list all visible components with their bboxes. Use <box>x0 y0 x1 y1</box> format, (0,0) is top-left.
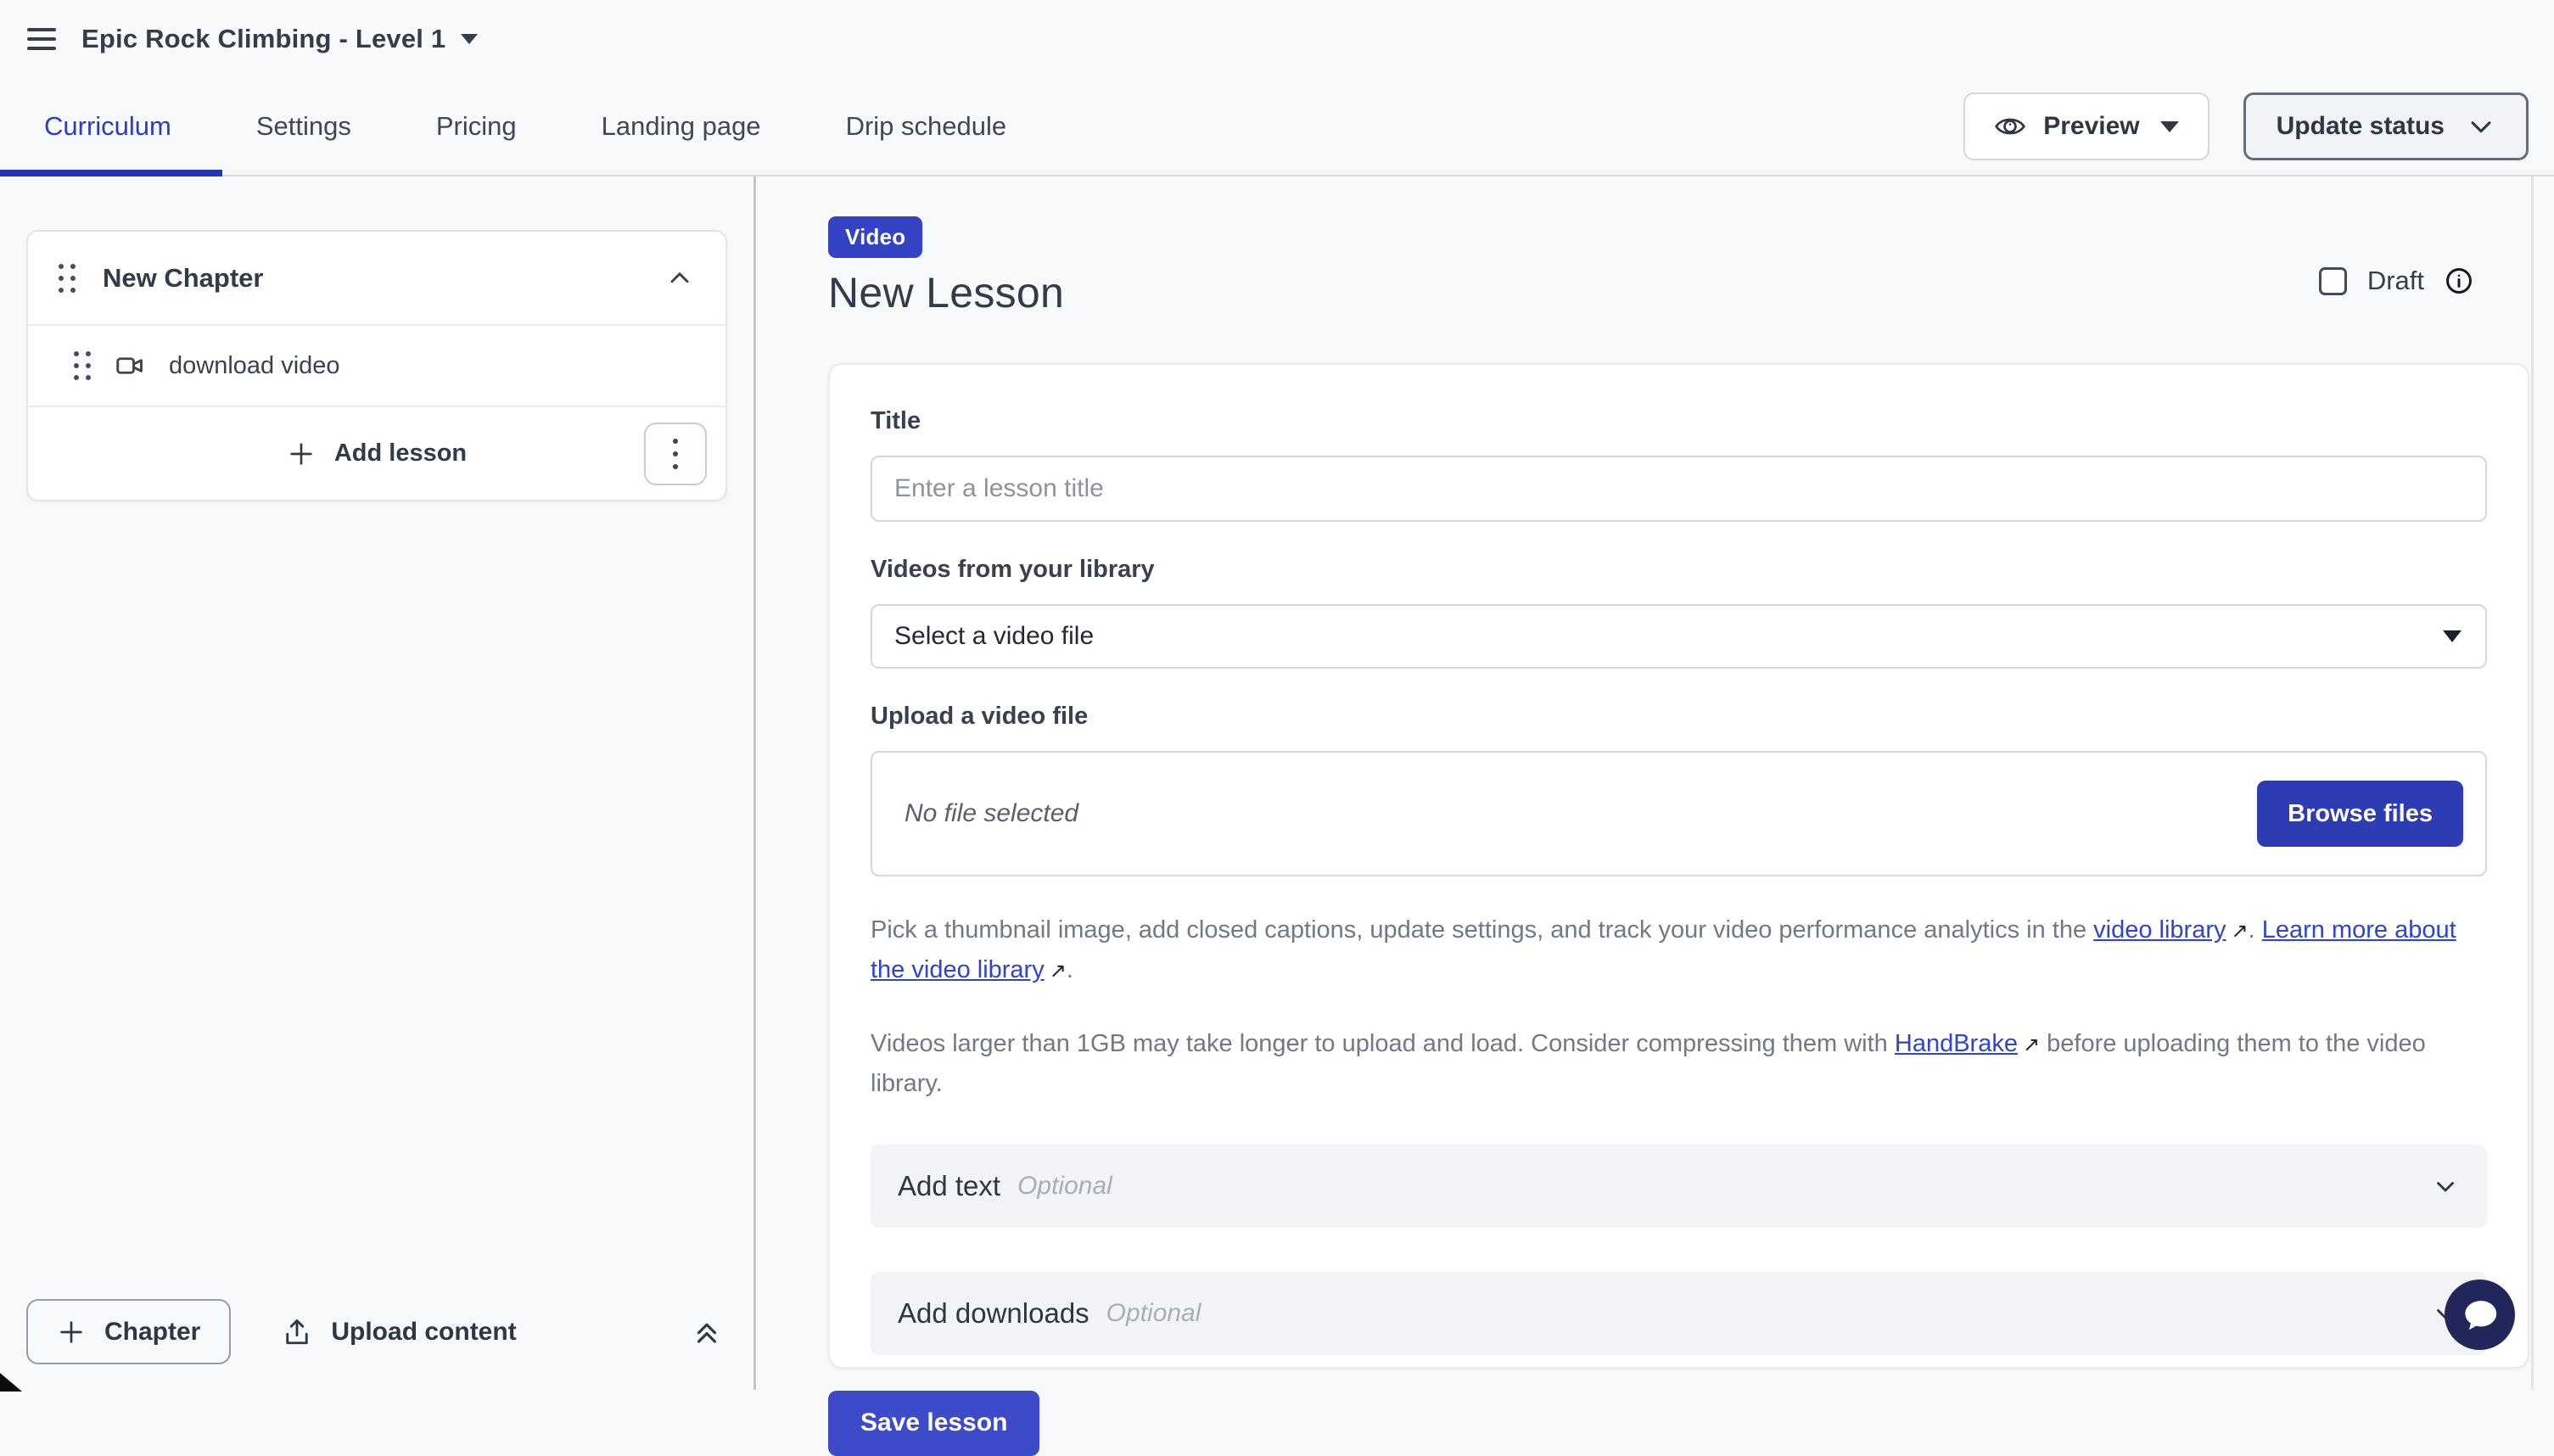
upload-icon <box>282 1317 312 1347</box>
add-downloads-section[interactable]: Add downloads Optional <box>871 1272 2487 1355</box>
file-upload-dropzone[interactable]: No file selected Browse files <box>871 751 2487 876</box>
tab-drip-schedule[interactable]: Drip schedule <box>846 103 1007 150</box>
hamburger-menu-icon[interactable] <box>27 22 56 56</box>
preview-button-label: Preview <box>2043 112 2139 141</box>
tab-curriculum[interactable]: Curriculum <box>44 103 171 150</box>
chapter-options-button[interactable] <box>644 423 707 485</box>
drag-handle-icon[interactable] <box>59 264 76 293</box>
collapse-chapter-chevron-icon[interactable] <box>664 263 695 294</box>
help-text-segment: Videos larger than 1GB may take longer t… <box>871 1030 1895 1057</box>
file-size-help-text: Videos larger than 1GB may take longer t… <box>871 1024 2487 1104</box>
chapter-footer: Add lesson <box>28 407 725 500</box>
draft-checkbox[interactable] <box>2319 267 2347 295</box>
tab-settings[interactable]: Settings <box>256 103 351 150</box>
speech-bubble-icon <box>2461 1296 2500 1335</box>
help-text-segment: . <box>1067 956 1073 983</box>
chevron-down-icon <box>2431 1172 2460 1201</box>
lesson-editor: Video New Lesson Draft Title Videos from… <box>756 176 2554 1390</box>
video-library-help-text: Pick a thumbnail image, add closed capti… <box>871 910 2487 990</box>
tab-pricing[interactable]: Pricing <box>436 103 517 150</box>
video-library-selected-value: Select a video file <box>894 622 1094 651</box>
save-lesson-button[interactable]: Save lesson <box>828 1391 1039 1456</box>
help-text-segment: Pick a thumbnail image, add closed capti… <box>871 916 2093 944</box>
upload-content-label: Upload content <box>331 1318 516 1347</box>
drag-handle-icon[interactable] <box>74 351 91 380</box>
plus-icon <box>287 440 316 468</box>
handbrake-link[interactable]: HandBrake <box>1895 1030 2018 1057</box>
add-text-section[interactable]: Add text Optional <box>871 1145 2487 1228</box>
curriculum-sidebar: New Chapter download video <box>0 176 756 1390</box>
tab-landing-page[interactable]: Landing page <box>602 103 761 150</box>
collapse-all-button[interactable] <box>691 1316 723 1348</box>
upload-field-label: Upload a video file <box>871 703 2487 731</box>
add-downloads-label: Add downloads <box>898 1297 1089 1330</box>
info-icon[interactable] <box>2445 266 2473 295</box>
lesson-header: Video New Lesson Draft <box>828 216 2529 317</box>
select-caret-icon <box>2443 630 2462 642</box>
preview-caret-icon <box>2160 121 2179 132</box>
preview-button[interactable]: Preview <box>1963 92 2209 160</box>
add-chapter-label: Chapter <box>104 1318 200 1347</box>
topbar: Epic Rock Climbing - Level 1 <box>0 0 2554 78</box>
update-status-label: Update status <box>2277 112 2445 141</box>
library-field-label: Videos from your library <box>871 556 2487 584</box>
chat-launcher-button[interactable] <box>2445 1280 2515 1350</box>
add-lesson-label: Add lesson <box>334 440 467 468</box>
add-text-hint: Optional <box>1017 1172 1112 1201</box>
plus-icon <box>57 1318 86 1347</box>
chapter-card: New Chapter download video <box>26 230 727 501</box>
update-status-button[interactable]: Update status <box>2243 92 2529 160</box>
toolbar-actions: Preview Update status <box>1963 92 2529 160</box>
chevron-down-icon <box>2467 112 2495 141</box>
tab-bar: Curriculum Settings Pricing Landing page… <box>0 78 2554 176</box>
add-text-label: Add text <box>898 1170 1000 1202</box>
browse-files-button[interactable]: Browse files <box>2257 781 2463 847</box>
course-dropdown-caret-icon[interactable] <box>461 34 478 44</box>
course-title[interactable]: Epic Rock Climbing - Level 1 <box>81 24 445 54</box>
video-camera-icon <box>115 350 145 381</box>
lesson-row[interactable]: download video <box>28 326 725 406</box>
lesson-title: download video <box>169 352 340 380</box>
chapter-title: New Chapter <box>103 263 263 294</box>
workspace: New Chapter download video <box>0 176 2554 1390</box>
chapter-header[interactable]: New Chapter <box>28 232 725 324</box>
add-chapter-button[interactable]: Chapter <box>26 1299 231 1364</box>
video-library-link[interactable]: video library <box>2093 916 2226 944</box>
add-downloads-hint: Optional <box>1106 1299 1201 1328</box>
add-lesson-button[interactable]: Add lesson <box>287 440 467 468</box>
tabs: Curriculum Settings Pricing Landing page… <box>0 103 1006 150</box>
sidebar-bottom-bar: Chapter Upload content <box>26 1299 723 1364</box>
external-link-icon: ↗ <box>2231 916 2248 949</box>
lesson-form-card: Title Videos from your library Select a … <box>828 363 2529 1369</box>
lesson-title-input[interactable] <box>871 456 2487 522</box>
page-title: New Lesson <box>828 268 2529 317</box>
title-field-label: Title <box>871 407 2487 435</box>
lesson-type-badge: Video <box>828 216 922 258</box>
upload-content-button[interactable]: Upload content <box>282 1317 516 1347</box>
active-tab-underline <box>0 170 222 176</box>
external-link-icon: ↗ <box>1050 955 1067 988</box>
video-library-select[interactable]: Select a video file <box>871 604 2487 669</box>
help-text-segment: . <box>2249 916 2262 944</box>
external-link-icon: ↗ <box>2023 1029 2040 1062</box>
draft-toggle: Draft <box>2319 266 2473 296</box>
eye-icon <box>1994 110 2026 143</box>
draft-label: Draft <box>2367 266 2424 296</box>
no-file-text: No file selected <box>905 799 1078 828</box>
